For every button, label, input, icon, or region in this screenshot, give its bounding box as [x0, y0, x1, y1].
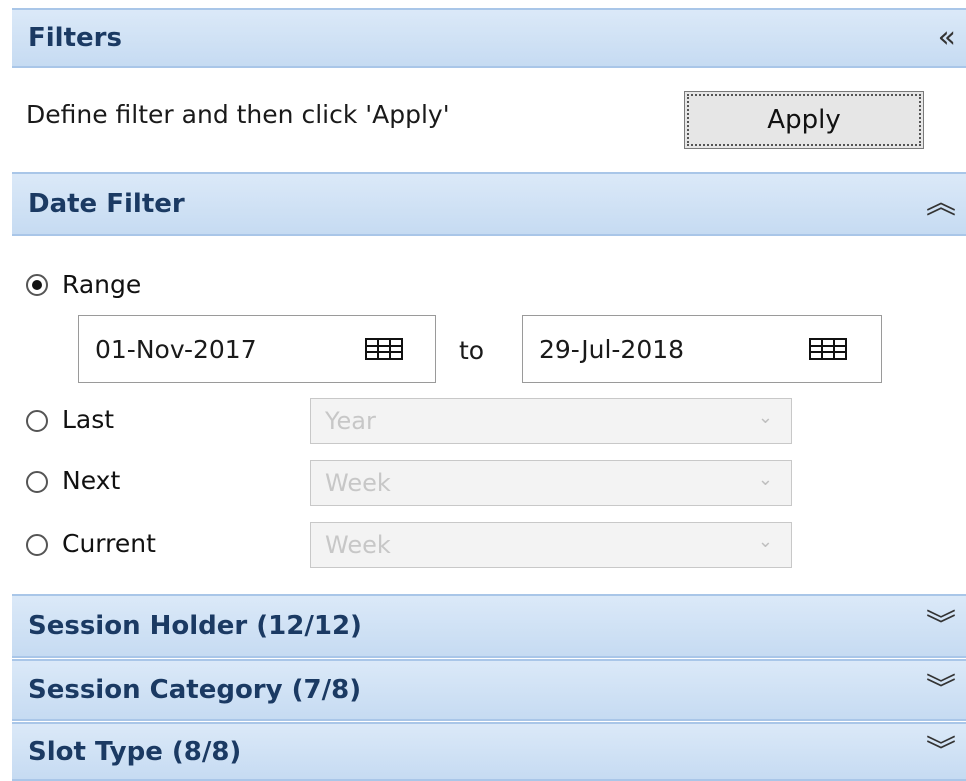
slot-type-title: Slot Type (8/8)	[28, 736, 242, 767]
last-period-select[interactable]: Year ⌄	[310, 398, 792, 444]
calendar-icon[interactable]	[365, 338, 403, 360]
range-label: Range	[62, 270, 142, 299]
expand-section-icon[interactable]: ︾	[926, 675, 956, 705]
collapse-section-icon[interactable]: ︽	[926, 189, 956, 219]
filters-header: Filters «	[12, 8, 966, 68]
chevron-down-icon: ⌄	[757, 531, 773, 552]
range-to-label: to	[459, 336, 485, 365]
session-category-header[interactable]: Session Category (7/8) ︾	[12, 659, 966, 721]
range-from-value: 01-Nov-2017	[95, 334, 257, 364]
next-period-select[interactable]: Week ⌄	[310, 460, 792, 506]
next-period-value: Week	[325, 469, 391, 497]
session-holder-header[interactable]: Session Holder (12/12) ︾	[12, 594, 966, 658]
current-radio[interactable]	[26, 534, 48, 556]
filter-instructions: Define filter and then click 'Apply'	[26, 100, 450, 129]
last-period-value: Year	[325, 407, 376, 435]
next-label: Next	[62, 466, 121, 495]
last-radio[interactable]	[26, 410, 48, 432]
expand-section-icon[interactable]: ︾	[926, 736, 956, 767]
current-period-select[interactable]: Week ⌄	[310, 522, 792, 568]
current-period-value: Week	[325, 531, 391, 559]
session-holder-title: Session Holder (12/12)	[28, 611, 362, 641]
apply-button[interactable]: Apply	[684, 91, 924, 149]
range-radio[interactable]	[26, 274, 48, 296]
filters-panel: Filters « Define filter and then click '…	[0, 0, 966, 781]
chevron-down-icon: ⌄	[757, 407, 773, 428]
next-radio[interactable]	[26, 471, 48, 493]
session-category-title: Session Category (7/8)	[28, 675, 362, 705]
date-filter-title: Date Filter	[28, 189, 185, 219]
filters-title: Filters	[28, 23, 122, 53]
last-label: Last	[62, 405, 115, 434]
calendar-icon[interactable]	[809, 338, 847, 360]
range-to-value: 29-Jul-2018	[539, 334, 685, 364]
current-label: Current	[62, 529, 156, 558]
collapse-panel-icon[interactable]: «	[938, 23, 956, 53]
chevron-down-icon: ⌄	[757, 469, 773, 490]
range-from-field[interactable]: 01-Nov-2017	[78, 315, 436, 383]
range-to-field[interactable]: 29-Jul-2018	[522, 315, 882, 383]
date-filter-header[interactable]: Date Filter ︽	[12, 172, 966, 236]
expand-section-icon[interactable]: ︾	[926, 611, 956, 641]
slot-type-header[interactable]: Slot Type (8/8) ︾	[12, 722, 966, 781]
